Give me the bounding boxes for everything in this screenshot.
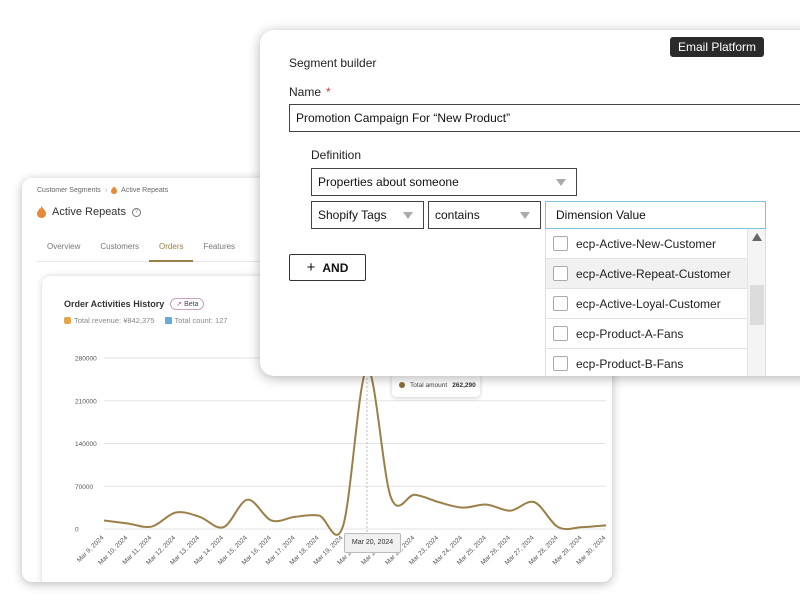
option-checkbox[interactable] [553, 236, 568, 251]
properties-select-value: Properties about someone [318, 175, 459, 189]
scroll-up-icon[interactable] [752, 233, 762, 241]
segment-builder-panel: Email Platform Segment builder Name * Pro… [260, 30, 800, 376]
dimension-value-input[interactable]: Dimension Value [545, 201, 766, 229]
y-tick-label: 210000 [75, 398, 97, 405]
dropdown-option[interactable]: ecp-Active-Loyal-Customer [546, 289, 747, 319]
chevron-down-icon [556, 179, 566, 186]
properties-select[interactable]: Properties about someone [311, 168, 577, 196]
platform-badge: Email Platform [670, 37, 765, 57]
screenshot-stage: Customer Segments › Active Repeats Activ… [0, 0, 800, 600]
name-label: Name * [289, 85, 331, 99]
operator-select-value: contains [435, 208, 480, 222]
option-checkbox[interactable] [553, 326, 568, 341]
y-tick-label: 0 [75, 527, 79, 534]
dimension-select-value: Shopify Tags [318, 208, 387, 222]
tooltip-value: 262,290 [452, 381, 476, 389]
segment-name-input[interactable]: Promotion Campaign For “New Product” [289, 104, 800, 132]
dimension-select[interactable]: Shopify Tags [311, 201, 424, 229]
and-button-label: AND [322, 260, 349, 275]
definition-label: Definition [311, 148, 362, 162]
series-line-total-amount [103, 367, 607, 536]
tooltip-series: Total amount [410, 381, 448, 389]
panel-title: Segment builder [289, 56, 377, 70]
dropdown-option[interactable]: ecp-Product-B-Fans [546, 349, 747, 376]
chevron-down-icon [520, 212, 530, 219]
option-label: ecp-Active-Repeat-Customer [576, 266, 731, 281]
dimension-value-dropdown: ecp-Active-New-Customer ecp-Active-Repea… [545, 229, 766, 376]
y-tick-label: 280000 [75, 356, 97, 363]
chart-tooltip: Total amount 262,290 [392, 373, 480, 397]
add-and-condition-button[interactable]: + AND [289, 254, 366, 281]
option-label: ecp-Active-Loyal-Customer [576, 296, 721, 311]
series-dot [399, 382, 405, 388]
option-label: ecp-Product-A-Fans [576, 326, 684, 341]
required-mark: * [326, 85, 331, 99]
x-axis-tooltip: Mar 20, 2024 [344, 533, 401, 553]
name-label-text: Name [289, 85, 322, 99]
option-checkbox[interactable] [553, 296, 568, 311]
chevron-down-icon [403, 212, 413, 219]
y-tick-label: 140000 [75, 441, 97, 448]
dropdown-option[interactable]: ecp-Active-New-Customer [546, 229, 747, 259]
y-tick-label: 70000 [75, 484, 93, 491]
scrollbar-thumb[interactable] [750, 285, 764, 325]
option-checkbox[interactable] [553, 356, 568, 371]
option-label: ecp-Product-B-Fans [576, 356, 684, 371]
operator-select[interactable]: contains [428, 201, 541, 229]
option-label: ecp-Active-New-Customer [576, 236, 717, 251]
dropdown-scrollbar[interactable] [747, 229, 765, 376]
dropdown-option[interactable]: ecp-Active-Repeat-Customer [546, 259, 747, 289]
dropdown-option[interactable]: ecp-Product-A-Fans [546, 319, 747, 349]
plus-icon: + [306, 259, 316, 276]
option-checkbox[interactable] [553, 266, 568, 281]
